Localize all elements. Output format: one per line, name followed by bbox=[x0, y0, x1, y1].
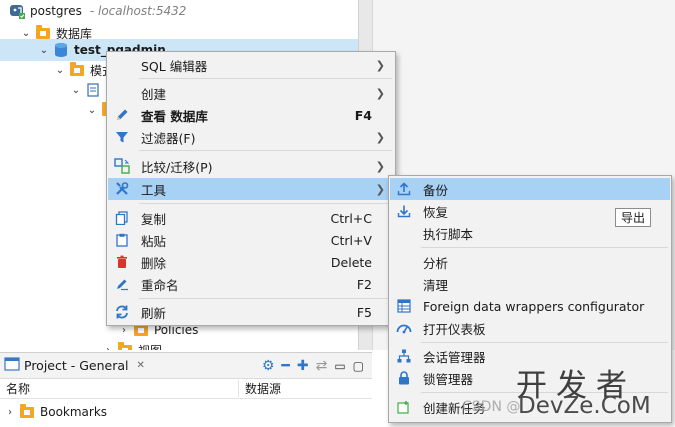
table-icon bbox=[393, 295, 415, 317]
chevron-right-icon: ❯ bbox=[375, 86, 385, 100]
views-label: 视图 bbox=[138, 342, 162, 351]
download-icon bbox=[393, 200, 415, 222]
refresh-icon bbox=[111, 301, 133, 323]
project-panel: Project - General ✕ ⚙ ━ ✚ ⇄ ▭ ▢ 名称 数据源 ›… bbox=[0, 352, 372, 427]
menu-item-sql-editor[interactable]: SQL 编辑器 ❯ bbox=[108, 54, 394, 76]
menu-item-compare-migrate[interactable]: 比较/迁移(P) ❯ bbox=[108, 155, 394, 177]
submenu-item-fdw-configurator[interactable]: Foreign data wrappers configurator bbox=[390, 295, 670, 317]
maximize-icon[interactable]: ▢ bbox=[353, 359, 364, 373]
chevron-right-icon: ❯ bbox=[375, 182, 385, 196]
connection-name: postgres bbox=[30, 4, 82, 18]
tooltip: 导出 bbox=[615, 208, 651, 227]
database-icon bbox=[53, 42, 69, 58]
submenu-item-open-dashboard[interactable]: 打开仪表板 bbox=[390, 317, 670, 339]
chevron-down-icon[interactable]: ⌄ bbox=[86, 104, 98, 116]
project-panel-title: Project - General bbox=[24, 358, 129, 373]
chevron-right-icon[interactable]: › bbox=[4, 406, 16, 418]
chevron-right-icon: ❯ bbox=[375, 58, 385, 72]
copy-icon bbox=[111, 207, 133, 229]
column-header-source[interactable]: 数据源 bbox=[238, 380, 281, 397]
submenu-item-backup[interactable]: 备份 bbox=[390, 178, 670, 200]
delete-icon bbox=[111, 251, 133, 273]
minimize-icon[interactable]: ▭ bbox=[334, 359, 345, 373]
project-icon bbox=[4, 357, 20, 374]
tree-node-connection[interactable]: postgres - localhost:5432 bbox=[0, 0, 358, 22]
menu-separator bbox=[139, 298, 392, 299]
connection-host: - localhost:5432 bbox=[89, 4, 187, 18]
minus-icon[interactable]: ━ bbox=[281, 358, 289, 374]
submenu-item-vacuum[interactable]: 清理 bbox=[390, 273, 670, 295]
folder-icon bbox=[69, 61, 85, 78]
folder-icon bbox=[117, 341, 133, 350]
lock-icon bbox=[393, 367, 415, 389]
chevron-down-icon[interactable]: ⌄ bbox=[20, 27, 32, 39]
project-panel-header: Project - General ✕ ⚙ ━ ✚ ⇄ ▭ ▢ bbox=[0, 353, 372, 379]
tree-node-views[interactable]: › 视图 bbox=[0, 339, 358, 350]
compare-icon bbox=[111, 155, 133, 177]
tools-icon bbox=[111, 178, 133, 200]
schema-icon bbox=[85, 82, 101, 98]
chevron-down-icon[interactable]: ⌄ bbox=[54, 64, 66, 76]
menu-item-filter[interactable]: 过滤器(F) ❯ bbox=[108, 126, 394, 148]
network-icon bbox=[393, 345, 415, 367]
dashboard-icon bbox=[393, 317, 415, 339]
context-menu: SQL 编辑器 ❯ 创建 ❯ 查看 数据库 F4 过滤器(F) ❯ 比较/迁移(… bbox=[106, 51, 396, 326]
task-icon bbox=[393, 396, 415, 418]
chevron-down-icon[interactable]: ⌄ bbox=[38, 44, 50, 56]
paste-icon bbox=[111, 229, 133, 251]
gear-icon[interactable]: ⚙ bbox=[262, 358, 275, 374]
menu-item-view-database[interactable]: 查看 数据库 F4 bbox=[108, 104, 394, 126]
submenu-item-analyze[interactable]: 分析 bbox=[390, 251, 670, 273]
project-item-bookmarks[interactable]: › Bookmarks bbox=[0, 401, 372, 423]
rename-icon bbox=[111, 273, 133, 295]
menu-item-tools[interactable]: 工具 ❯ bbox=[108, 178, 394, 200]
pencil-icon bbox=[111, 104, 133, 126]
link-icon[interactable]: ⇄ bbox=[316, 358, 328, 374]
chevron-right-icon: ❯ bbox=[375, 130, 385, 144]
chevron-right-icon[interactable]: › bbox=[102, 344, 114, 351]
close-icon[interactable]: ✕ bbox=[137, 360, 145, 371]
menu-item-rename[interactable]: 重命名 F2 bbox=[108, 273, 394, 295]
menu-separator bbox=[421, 342, 668, 343]
menu-separator bbox=[139, 78, 392, 79]
bookmarks-label: Bookmarks bbox=[40, 405, 108, 419]
chevron-down-icon[interactable]: ⌄ bbox=[70, 84, 82, 96]
menu-item-refresh[interactable]: 刷新 F5 bbox=[108, 301, 394, 323]
menu-separator bbox=[139, 203, 392, 204]
watermark-site: DevZe.CoM bbox=[518, 393, 651, 419]
menu-separator bbox=[421, 247, 668, 248]
postgres-elephant-icon bbox=[9, 3, 25, 19]
menu-item-delete[interactable]: 删除 Delete bbox=[108, 251, 394, 273]
menu-item-create[interactable]: 创建 ❯ bbox=[108, 82, 394, 104]
menu-item-paste[interactable]: 粘贴 Ctrl+V bbox=[108, 229, 394, 251]
upload-icon bbox=[393, 178, 415, 200]
filter-icon bbox=[111, 126, 133, 148]
chevron-right-icon: ❯ bbox=[375, 159, 385, 173]
plus-icon[interactable]: ✚ bbox=[297, 358, 309, 374]
menu-separator bbox=[139, 150, 392, 151]
column-header-name[interactable]: 名称 bbox=[0, 380, 238, 397]
bookmark-folder-icon bbox=[19, 403, 35, 420]
project-columns: 名称 数据源 bbox=[0, 379, 372, 399]
watermark-csdn: CSDN @ bbox=[462, 399, 521, 415]
menu-item-copy[interactable]: 复制 Ctrl+C bbox=[108, 207, 394, 229]
